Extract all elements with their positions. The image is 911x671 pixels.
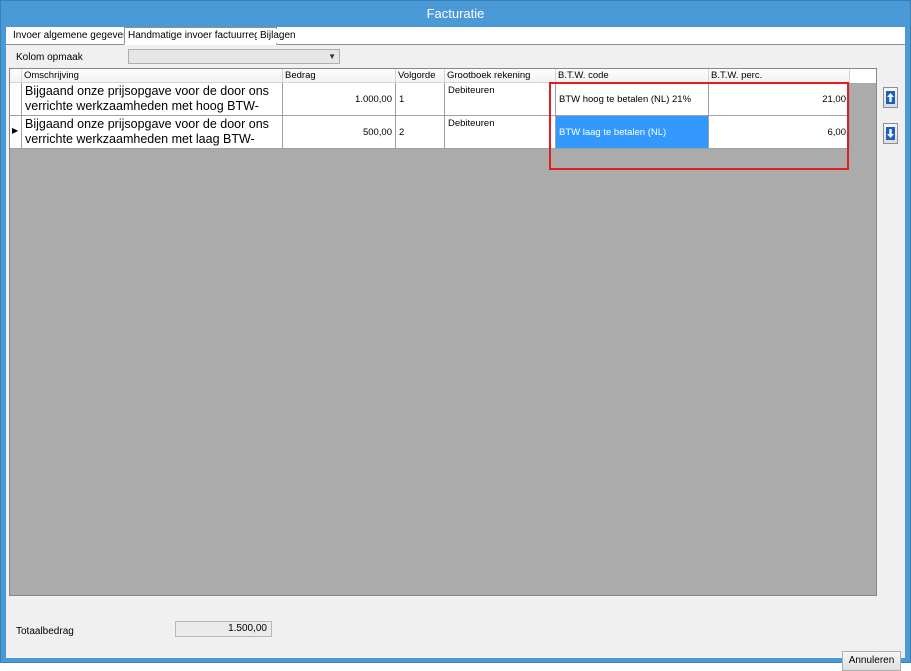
arrow-up-icon (886, 91, 895, 104)
kolom-opmaak-select[interactable]: ▼ (128, 49, 340, 64)
chevron-down-icon: ▼ (328, 52, 336, 61)
cell-btw-perc[interactable]: 21,00 (709, 83, 850, 116)
facturatie-window: Facturatie Invoer algemene gegevens Hand… (0, 0, 911, 671)
col-grootboek-rekening[interactable]: Grootboek rekening (445, 69, 556, 83)
col-volgorde[interactable]: Volgorde (396, 69, 445, 83)
totaalbedrag-label: Totaalbedrag (16, 626, 74, 637)
move-down-button[interactable] (883, 123, 898, 144)
cell-grootboek[interactable]: Debiteuren (445, 83, 556, 116)
cell-btw-code[interactable]: BTW hoog te betalen (NL) 21% (556, 83, 709, 116)
col-omschrijving[interactable]: Omschrijving (22, 69, 283, 83)
tab-panel: Kolom opmaak ▼ Omschrijving Bedrag Volgo… (6, 45, 905, 671)
arrow-down-icon (886, 127, 895, 140)
tab-bijlagen[interactable]: Bijlagen (257, 29, 299, 43)
row-header[interactable] (10, 83, 22, 116)
col-btw-code[interactable]: B.T.W. code (556, 69, 709, 83)
cell-omschrijving[interactable]: Bijgaand onze prijsopgave voor de door o… (22, 83, 283, 116)
totaalbedrag-field: 1.500,00 (175, 621, 272, 637)
cell-volgorde[interactable]: 2 (396, 116, 445, 149)
cell-bedrag[interactable]: 1.000,00 (283, 83, 396, 116)
tab-strip: Invoer algemene gegevens Handmatige invo… (6, 27, 905, 45)
cell-btw-perc[interactable]: 6,00 (709, 116, 850, 149)
move-up-button[interactable] (883, 87, 898, 108)
kolom-opmaak-label: Kolom opmaak (16, 52, 83, 63)
cell-bedrag[interactable]: 500,00 (283, 116, 396, 149)
col-bedrag[interactable]: Bedrag (283, 69, 396, 83)
table-row[interactable]: ▶ Bijgaand onze prijsopgave voor de door… (10, 116, 850, 149)
invoice-lines-grid[interactable]: Omschrijving Bedrag Volgorde Grootboek r… (9, 68, 877, 596)
cell-omschrijving[interactable]: Bijgaand onze prijsopgave voor de door o… (22, 116, 283, 149)
window-client: Invoer algemene gegevens Handmatige invo… (6, 27, 905, 671)
current-row-arrow-icon: ▶ (12, 126, 19, 135)
tab-handmatige-invoer-factuurregels[interactable]: Handmatige invoer factuurregels (124, 27, 277, 45)
window-title: Facturatie (1, 1, 910, 27)
table-row[interactable]: Bijgaand onze prijsopgave voor de door o… (10, 83, 850, 116)
row-header-current[interactable]: ▶ (10, 116, 22, 149)
col-btw-perc[interactable]: B.T.W. perc. (709, 69, 850, 83)
cell-btw-code-selected[interactable]: BTW laag te betalen (NL) (556, 116, 709, 149)
row-header-corner (10, 69, 22, 83)
tab-invoer-algemene-gegevens[interactable]: Invoer algemene gegevens (10, 29, 137, 43)
annuleren-button[interactable]: Annuleren (842, 651, 901, 671)
cell-volgorde[interactable]: 1 (396, 83, 445, 116)
cell-grootboek[interactable]: Debiteuren (445, 116, 556, 149)
grid-header: Omschrijving Bedrag Volgorde Grootboek r… (10, 69, 876, 83)
